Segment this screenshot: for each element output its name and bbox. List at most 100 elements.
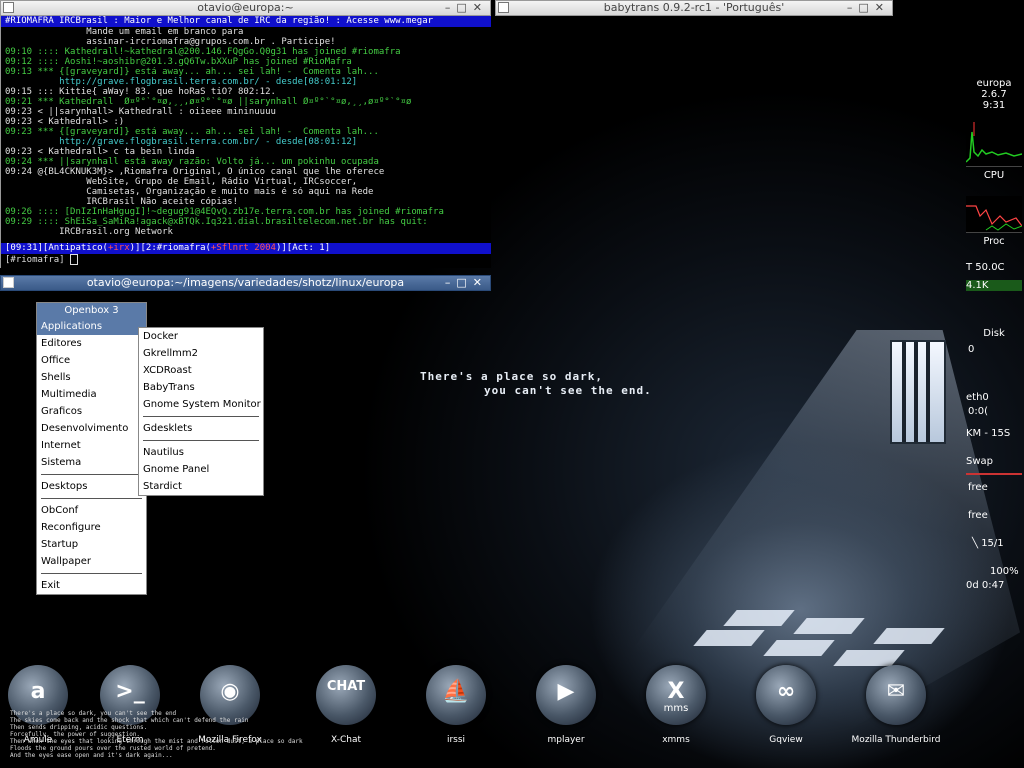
free-label: free (968, 510, 988, 521)
terminal2-titlebar[interactable]: otavio@europa:~/imagens/variedades/shotz… (0, 275, 491, 291)
system-monitor: europa 2.6.7 9:31 CPU Proc T 50.0C 4.1K … (964, 78, 1024, 598)
menu-item-gkrellmm2[interactable]: Gkrellmm2 (139, 345, 263, 362)
prompt-text: [#riomafra] (5, 255, 71, 265)
menu-item-obconf[interactable]: ObConf (37, 502, 146, 519)
poem-line: There's a place so dark, you can't see t… (10, 710, 177, 717)
icon-glyph: ✉ (886, 679, 906, 704)
free-label: free (968, 482, 988, 493)
desktop-poem: There's a place so dark, you can't see t… (10, 710, 303, 759)
poem-line: Floods the ground pours over the rusted … (10, 745, 216, 752)
proc-graph-plot (966, 205, 1023, 231)
dock-item-irssi[interactable]: ⛵ irssi (411, 665, 501, 745)
menu-item-editores[interactable]: Editores (37, 335, 146, 352)
window-title: otavio@europa:~ (197, 1, 294, 14)
menu-item-reconfigure[interactable]: Reconfigure (37, 519, 146, 536)
chat-line: 09:29 :::: ShEiSa_SaMiRa!agack@xBTQk.Iq3… (5, 217, 428, 227)
dock-item-mozilla-thunderbird[interactable]: ✉ Mozilla Thunderbird (851, 665, 941, 745)
dock-label: X-Chat (331, 735, 361, 745)
input-prompt[interactable]: [#riomafra] (1, 254, 79, 265)
menu-item-docker[interactable]: Docker (139, 328, 263, 345)
menu-item-graficos[interactable]: Graficos (37, 403, 146, 420)
menu-item-stardict[interactable]: Stardict (139, 478, 263, 495)
menu-separator (41, 498, 142, 499)
window-controls[interactable]: –□✕ (847, 1, 890, 15)
clock: 9:31 (982, 100, 1006, 111)
icon-glyph: CHAT (326, 679, 366, 694)
dock-label: xmms (662, 735, 690, 745)
mplayer-icon: ▶ (536, 665, 596, 725)
irssi-terminal[interactable]: #RIOMAFRA IRCBrasil : Maior e Melhor can… (0, 16, 491, 268)
window-title: babytrans 0.9.2-rc1 - 'Português' (603, 1, 785, 14)
menu-item-internet[interactable]: Internet (37, 437, 146, 454)
menu-item-babytrans[interactable]: BabyTrans (139, 379, 263, 396)
dock-item-x-chat[interactable]: CHAT X-Chat (301, 665, 391, 745)
icon-glyph: X (667, 679, 685, 704)
network-label: eth0 (966, 392, 989, 403)
menu-group: Desktops (37, 478, 146, 495)
status-text: )][Act: 1] (275, 243, 331, 253)
terminal-titlebar[interactable]: otavio@europa:~ –□✕ (0, 0, 491, 16)
menu-item-nautilus[interactable]: Nautilus (139, 444, 263, 461)
status-text: )][2:#riomafra( (129, 243, 211, 253)
irssi-icon: ⛵ (426, 665, 486, 725)
dock-label: mplayer (547, 735, 585, 745)
chat-line: 09:23 < ||sarynhall> Kathedrall : oiieee… (5, 107, 276, 117)
menu-group: Docker Gkrellmm2 XCDRoast BabyTrans Gnome Sy… (139, 328, 263, 413)
menu-item-shells[interactable]: Shells (37, 369, 146, 386)
chat-line: http://grave.flogbrasil.terra.com.br/ - … (5, 77, 358, 87)
menu-item-gnome-system-monitor[interactable]: Gnome System Monitor (139, 396, 263, 413)
xchat-icon: CHAT (316, 665, 376, 725)
hostname: europa (976, 78, 1012, 89)
window-menu-icon[interactable] (498, 2, 509, 13)
kernel-version: 2.6.7 (981, 89, 1007, 100)
menu-item-desktops[interactable]: Desktops (37, 478, 146, 495)
chat-line: 09:24 *** ||sarynhall está away razão: V… (5, 157, 379, 167)
chat-line: IRCBrasil Não aceite cópias! (5, 197, 238, 207)
menu-item-applications[interactable]: Applications (37, 318, 146, 335)
chat-line: 09:23 < Kathedrall> :) (5, 117, 125, 127)
disk-value: 0 (968, 344, 975, 355)
dock-item-xmms[interactable]: Xmms xmms (631, 665, 721, 745)
window-controls[interactable]: –□✕ (445, 1, 488, 15)
menu-item-gdesklets[interactable]: Gdesklets (139, 420, 263, 437)
quote-line: you can't see the end. (484, 384, 652, 397)
menu-separator (143, 416, 259, 417)
memory-value: 4.1K (966, 280, 1022, 291)
menu-item-gnome-panel[interactable]: Gnome Panel (139, 461, 263, 478)
poem-line: Forcefully, the power of suggestion. (10, 731, 141, 738)
menu-item-multimedia[interactable]: Multimedia (37, 386, 146, 403)
battery-level: 100% (990, 566, 1019, 577)
chat-line: IRCBrasil.org Network (5, 227, 173, 237)
window-menu-icon[interactable] (3, 277, 14, 288)
menu-item-xcdroast[interactable]: XCDRoast (139, 362, 263, 379)
chat-line: Mande um email em branco para (5, 27, 244, 37)
proc-label: Proc (983, 236, 1005, 247)
menu-group: Exit (37, 577, 146, 594)
icon-glyph: ▶ (557, 679, 575, 704)
dock-item-mplayer[interactable]: ▶ mplayer (521, 665, 611, 745)
cpu-graph-plot (965, 122, 1023, 163)
dock-item-gqview[interactable]: ∞ Gqview (741, 665, 831, 745)
process-count: ╲ 15/1 (972, 538, 1004, 549)
icon-caption: mms (663, 703, 689, 714)
menu-item-office[interactable]: Office (37, 352, 146, 369)
proc-graph (966, 196, 1023, 233)
icon-glyph: a (30, 679, 46, 704)
menu-separator (143, 440, 259, 441)
menu-item-desenvolvimento[interactable]: Desenvolvimento (37, 420, 146, 437)
chat-line: Camisetas, Organização e muito mais é só… (5, 187, 374, 197)
channel-modes: +Sflnrt 2004 (210, 243, 276, 253)
menu-item-sistema[interactable]: Sistema (37, 454, 146, 471)
channel-topic: #RIOMAFRA IRCBrasil : Maior e Melhor can… (1, 16, 491, 27)
menu-separator (41, 474, 142, 475)
dock-label: irssi (446, 735, 466, 745)
babytrans-titlebar[interactable]: babytrans 0.9.2-rc1 - 'Português' –□✕ (495, 0, 893, 16)
menu-item-startup[interactable]: Startup (37, 536, 146, 553)
chat-line: 09:23 < Kathedrall> c ta bein linda (5, 147, 195, 157)
chat-line: 09:10 :::: Kathedrall!~kathedral@200.146… (5, 47, 401, 57)
window-menu-icon[interactable] (3, 2, 14, 13)
menu-item-wallpaper[interactable]: Wallpaper (37, 553, 146, 570)
window-controls[interactable]: –□✕ (445, 276, 488, 290)
menu-item-exit[interactable]: Exit (37, 577, 146, 594)
openbox-root-menu: Openbox 3 Applications Editores Office Shel… (36, 302, 147, 595)
